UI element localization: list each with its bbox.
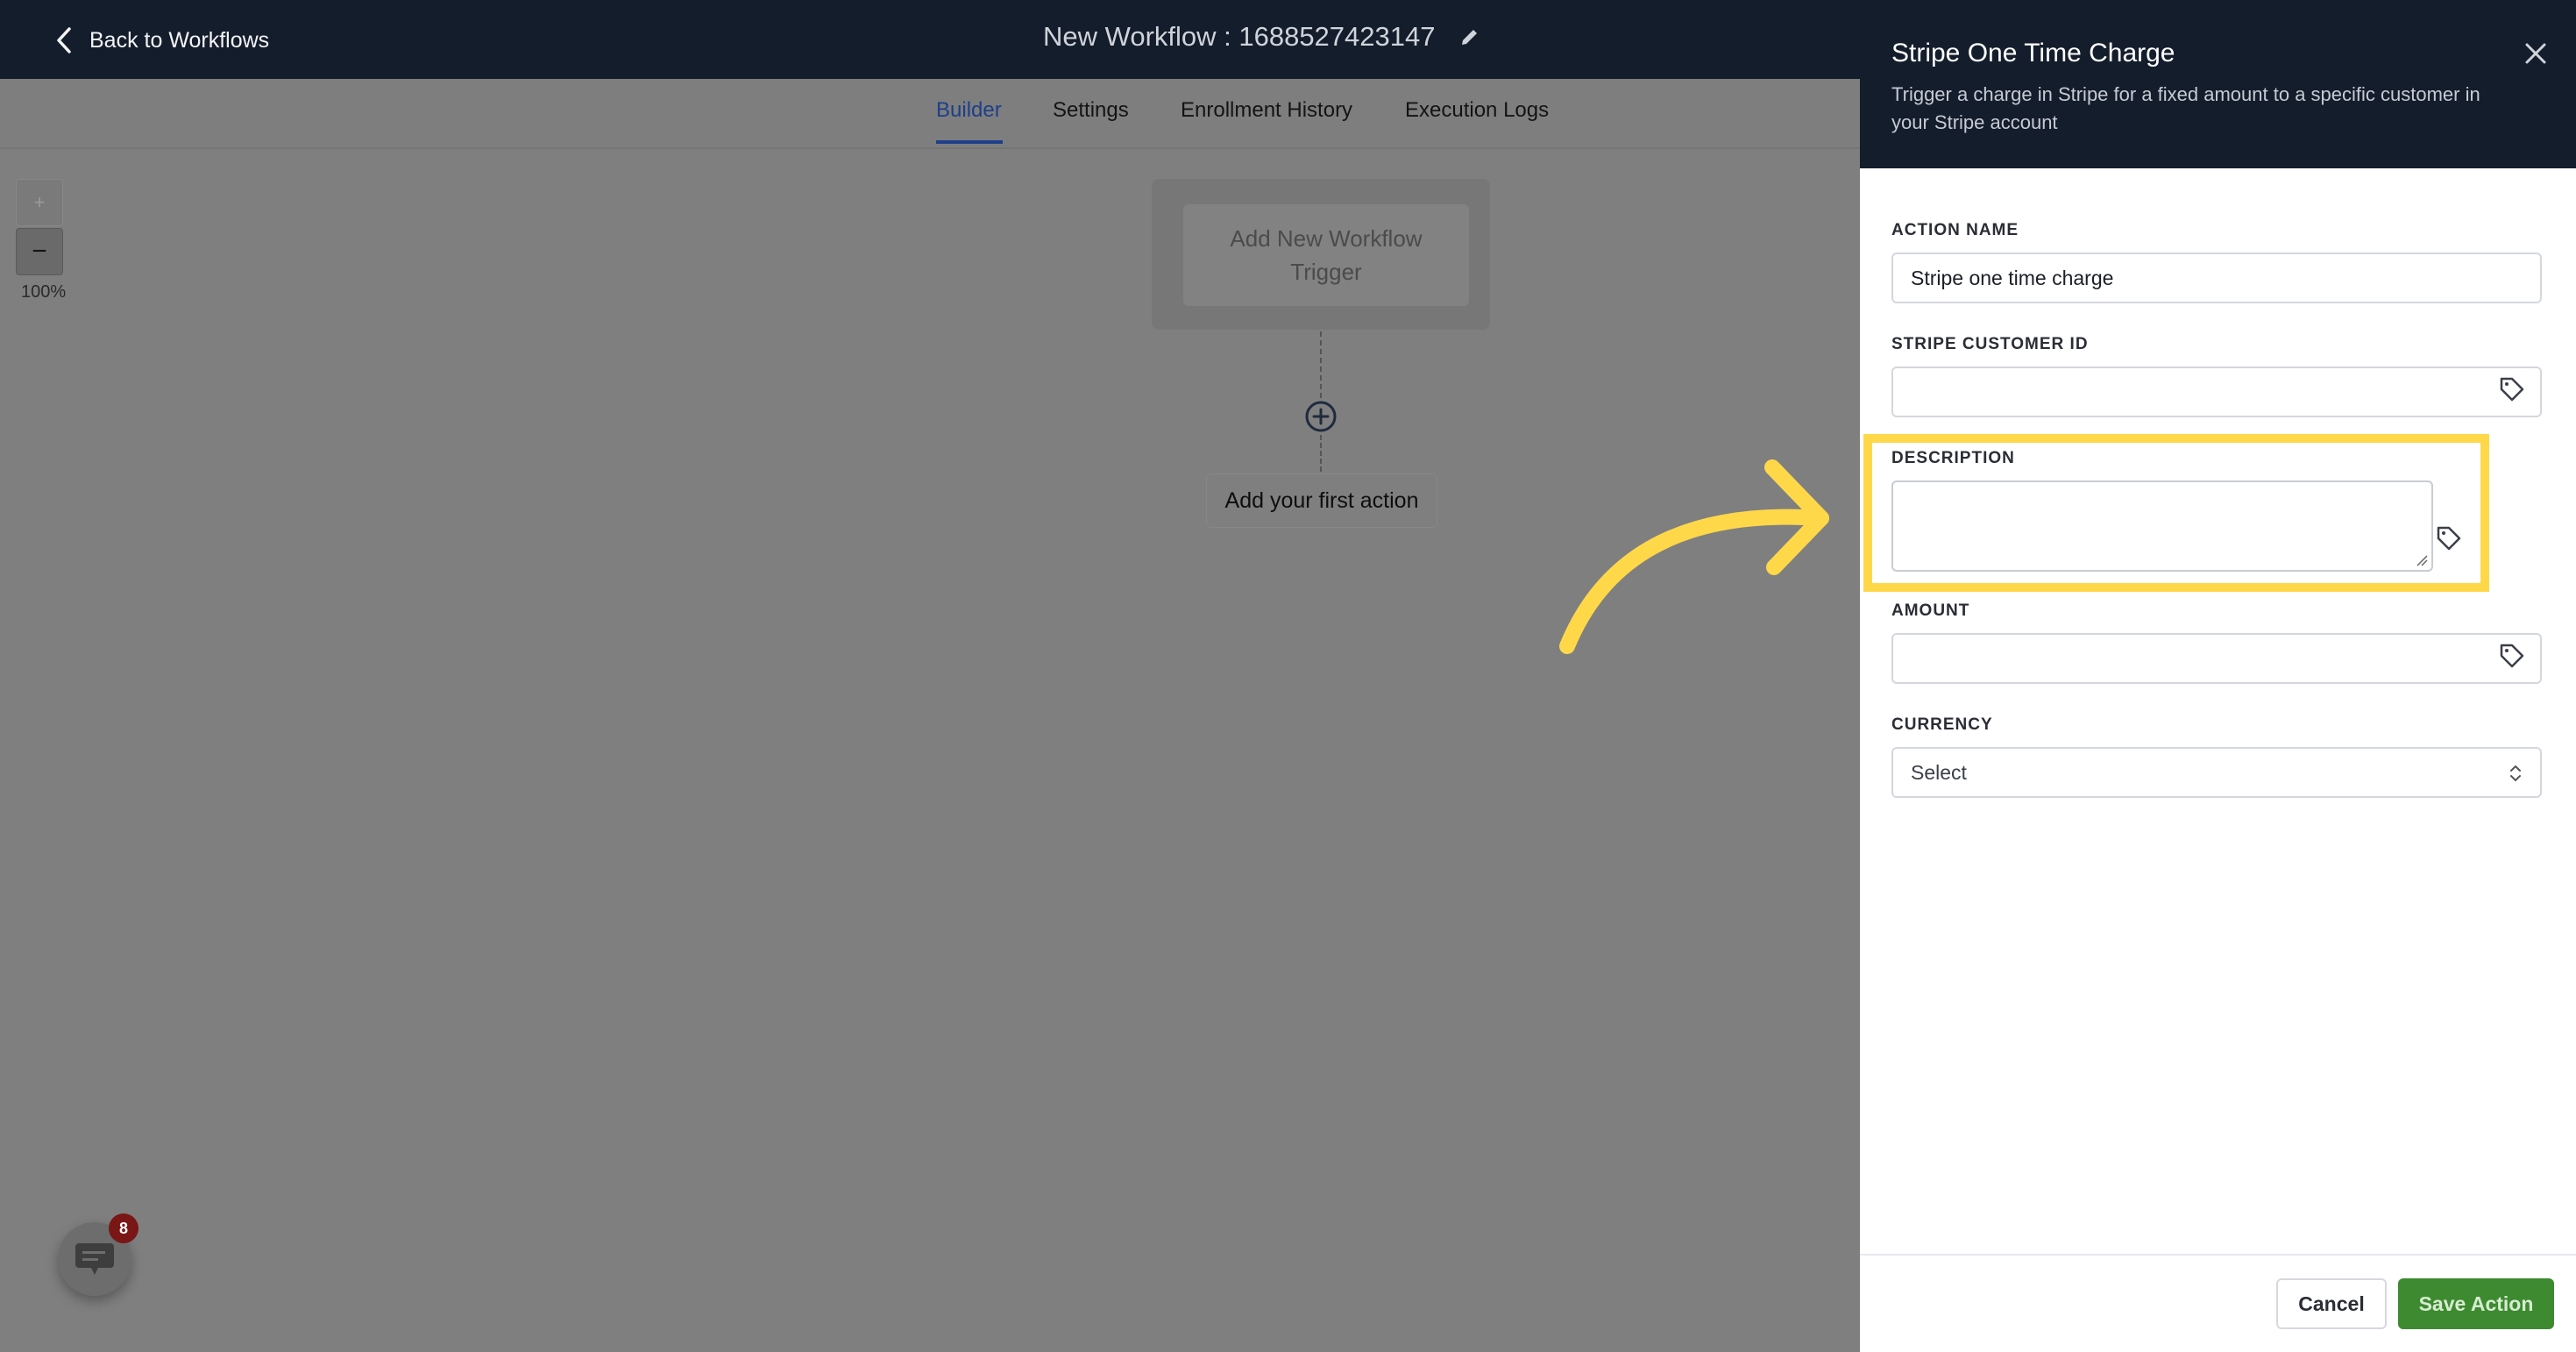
add-trigger-button[interactable]: Add New Workflow Trigger (1183, 204, 1469, 306)
action-name-label: ACTION NAME (1891, 221, 2019, 239)
panel-description: Trigger a charge in Stripe for a fixed a… (1891, 83, 2480, 133)
select-chevron-icon (2510, 765, 2521, 781)
tab-enrollment-history[interactable]: Enrollment History (1181, 98, 1352, 123)
amount-label: AMOUNT (1891, 601, 1970, 620)
zoom-in-button[interactable]: + (16, 179, 63, 226)
chat-notification-badge: 8 (109, 1213, 138, 1243)
back-label: Back to Workflows (89, 27, 270, 53)
trigger-label-line2: Trigger (1290, 259, 1362, 285)
footer-divider (1860, 1254, 2576, 1256)
add-first-action-button[interactable]: Add your first action (1206, 473, 1437, 528)
close-icon[interactable] (2523, 40, 2549, 67)
panel-header: Stripe One Time Charge Trigger a charge … (1860, 0, 2576, 168)
description-highlight-box (1863, 434, 2489, 592)
action-config-panel: Stripe One Time Charge Trigger a charge … (1860, 0, 2576, 1352)
customer-id-label: STRIPE CUSTOMER ID (1891, 335, 2089, 353)
active-tab-indicator (936, 140, 1003, 144)
currency-select-value: Select (1911, 760, 1967, 784)
cancel-button[interactable]: Cancel (2276, 1278, 2387, 1329)
panel-title: Stripe One Time Charge (1891, 39, 2175, 68)
back-to-workflows-link[interactable]: Back to Workflows (54, 25, 269, 56)
save-action-button[interactable]: Save Action (2398, 1278, 2554, 1329)
tab-bar: Builder Settings Enrollment History Exec… (0, 79, 1860, 149)
chevron-left-icon (57, 27, 71, 53)
trigger-label-line1: Add New Workflow (1230, 225, 1423, 252)
connector-line (1320, 331, 1322, 398)
pointer-arrow (1559, 459, 1829, 654)
action-name-input[interactable]: Stripe one time charge (1891, 253, 2542, 303)
amount-tag-icon[interactable] (2498, 642, 2526, 670)
tab-builder[interactable]: Builder (936, 98, 1002, 123)
plus-circle-icon[interactable] (1304, 400, 1338, 433)
tab-settings[interactable]: Settings (1053, 98, 1129, 123)
chat-icon (75, 1243, 114, 1275)
tab-execution-logs[interactable]: Execution Logs (1405, 98, 1549, 123)
workflow-title: New Workflow : 1688527423147 (1043, 21, 1481, 53)
tag-icon[interactable] (2498, 375, 2526, 403)
workflow-title-text: New Workflow : 1688527423147 (1043, 21, 1436, 52)
currency-select[interactable]: Select (1891, 747, 2542, 798)
zoom-level: 100% (21, 282, 67, 302)
amount-input[interactable] (1891, 633, 2542, 684)
top-bar: Back to Workflows New Workflow : 1688527… (0, 0, 1860, 79)
currency-label: CURRENCY (1891, 715, 1993, 734)
connector-line-lower (1320, 435, 1322, 472)
pencil-icon[interactable] (1458, 25, 1481, 48)
zoom-out-button[interactable]: − (16, 228, 63, 275)
customer-id-input[interactable] (1891, 366, 2542, 417)
